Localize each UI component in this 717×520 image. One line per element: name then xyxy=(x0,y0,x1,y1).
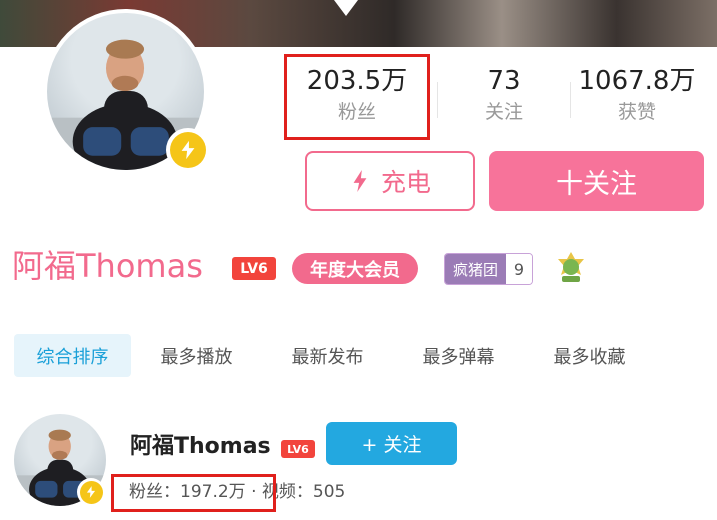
tab-newest[interactable]: 最新发布 xyxy=(269,334,386,377)
fan-group-level: 9 xyxy=(506,254,533,284)
vip-badge[interactable]: 年度大会员 xyxy=(292,253,418,284)
fan-group-name: 疯猪团 xyxy=(445,254,507,284)
tab-most-favorited[interactable]: 最多收藏 xyxy=(531,334,648,377)
follow-button[interactable]: 十关注 xyxy=(489,151,704,211)
result-name[interactable]: 阿福Thomas xyxy=(130,431,271,463)
stat-likes-value: 1067.8万 xyxy=(578,66,696,96)
tab-most-played[interactable]: 最多播放 xyxy=(138,334,255,377)
fan-medal-icon[interactable] xyxy=(554,250,588,284)
sort-tabs: 综合排序 最多播放 最新发布 最多弹幕 最多收藏 xyxy=(14,334,648,377)
charge-button[interactable]: 充电 xyxy=(305,151,475,211)
stat-likes[interactable]: 1067.8万 获赞 xyxy=(567,64,707,126)
highlight-box-result-fans xyxy=(111,474,276,512)
stat-following-label: 关注 xyxy=(484,101,523,123)
fan-group-badge[interactable]: 疯猪团 9 xyxy=(444,253,534,285)
level-badge: LV6 xyxy=(232,257,276,280)
profile-name: 阿福Thomas xyxy=(12,247,203,285)
stat-following[interactable]: 73 关注 xyxy=(434,64,574,126)
stat-following-value: 73 xyxy=(487,66,521,96)
lightning-icon xyxy=(353,170,367,192)
lightning-icon xyxy=(181,140,195,160)
result-verified-badge xyxy=(77,478,105,506)
stat-likes-label: 获赞 xyxy=(617,101,656,123)
result-level-badge: LV6 xyxy=(281,440,315,458)
charge-button-label: 充电 xyxy=(380,168,431,197)
banner-triangle-icon xyxy=(334,0,358,16)
result-follow-button[interactable]: + 关注 xyxy=(326,422,457,465)
verified-badge xyxy=(166,128,210,172)
highlight-box-fans xyxy=(284,54,430,140)
tab-most-danmaku[interactable]: 最多弹幕 xyxy=(400,334,517,377)
lightning-icon xyxy=(86,486,96,498)
tab-comprehensive[interactable]: 综合排序 xyxy=(14,334,131,377)
follow-button-label: 十关注 xyxy=(556,168,637,200)
